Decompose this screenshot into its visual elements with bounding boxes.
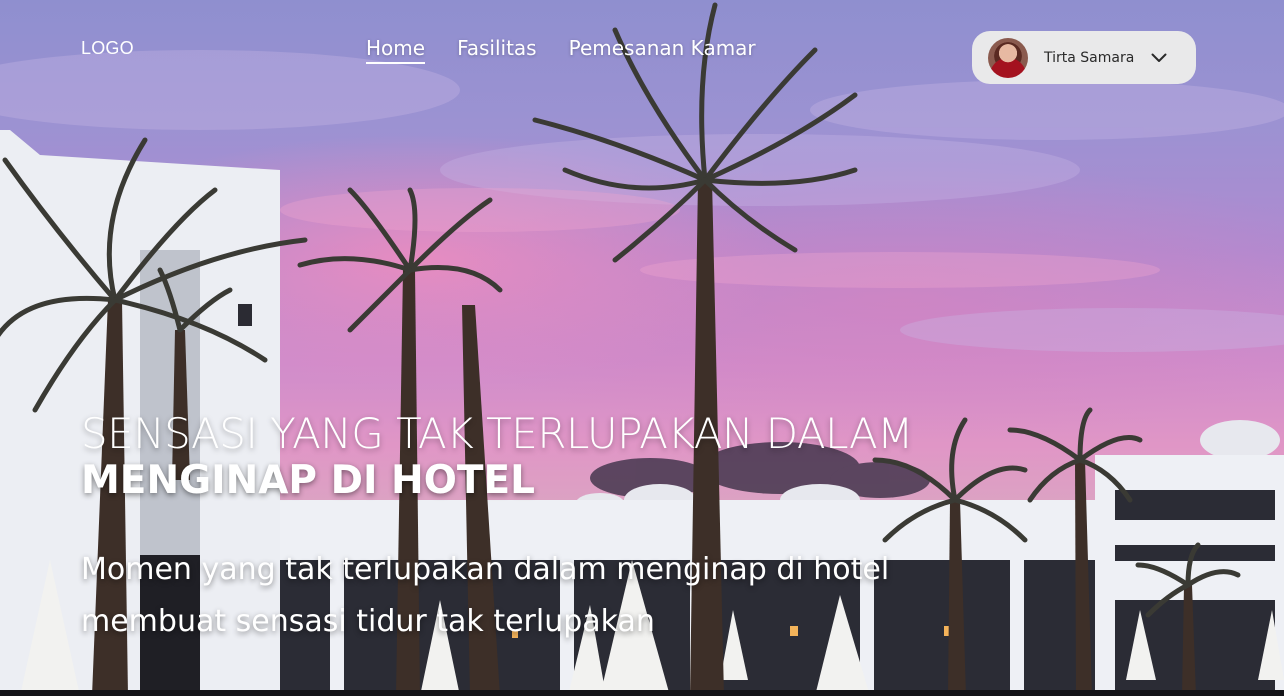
avatar — [988, 37, 1028, 78]
nav-fasilitas-link[interactable]: Fasilitas — [457, 36, 537, 64]
nav-pemesanan-kamar-link[interactable]: Pemesanan Kamar — [569, 36, 756, 64]
hero-headline: SENSASI YANG TAK TERLUPAKAN DALAM MENGIN… — [81, 410, 961, 504]
user-profile-dropdown[interactable]: Tirta Samara — [972, 31, 1196, 84]
hero-headline-line1: SENSASI YANG TAK TERLUPAKAN DALAM — [81, 409, 913, 458]
logo[interactable]: LOGO — [81, 38, 134, 59]
hero-headline-line2: MENGINAP DI HOTEL — [81, 458, 535, 503]
hero-subtitle: Momen yang tak terlupakan dalam menginap… — [81, 552, 890, 639]
user-name: Tirta Samara — [1044, 49, 1135, 66]
main-nav: Home Fasilitas Pemesanan Kamar — [366, 36, 756, 64]
nav-home-link[interactable]: Home — [366, 36, 426, 64]
chevron-down-icon[interactable] — [1150, 49, 1168, 67]
hero-section: SENSASI YANG TAK TERLUPAKAN DALAM MENGIN… — [81, 410, 961, 648]
